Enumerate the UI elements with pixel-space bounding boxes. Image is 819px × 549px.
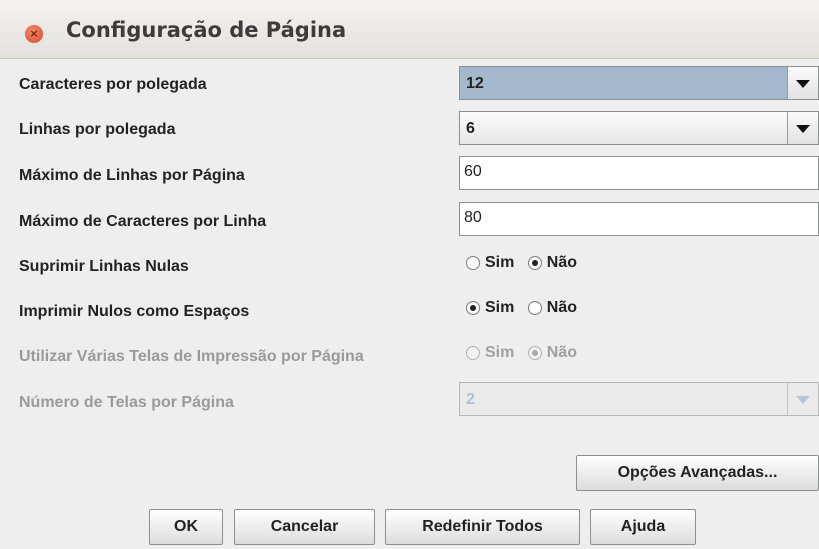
cancel-button[interactable]: Cancelar [234,509,375,545]
multi-screens-radio-group: Sim Não [466,344,586,366]
chevron-down-icon[interactable] [787,112,818,144]
max-chars-line-field[interactable] [459,202,819,236]
print-nulls-yes-label: Sim [485,299,515,316]
max-lines-page-input[interactable] [464,163,804,181]
screens-per-page-label: Número de Telas por Página [19,394,234,411]
close-icon[interactable]: × [25,25,43,43]
lines-per-inch-combo[interactable]: 6 [459,111,819,145]
print-nulls-yes-option[interactable]: Sim [466,299,514,317]
multi-screens-no-label: Não [546,344,578,361]
chars-per-inch-label: Caracteres por polegada [19,76,207,93]
print-nulls-radio-group: Sim Não [466,299,586,321]
suppress-null-lines-yes-label: Sim [485,254,515,271]
radio-checked-icon[interactable] [466,301,480,315]
window-title: Configuração de Página [66,18,347,42]
max-lines-page-label: Máximo de Linhas por Página [19,167,245,184]
suppress-null-lines-no-option[interactable]: Não [527,254,578,272]
radio-unchecked-icon [466,346,480,360]
chevron-down-icon [787,383,818,415]
radio-checked-icon [527,346,542,360]
ok-button[interactable]: OK [149,509,223,545]
chars-per-inch-value: 12 [466,75,484,92]
suppress-null-lines-no-label: Não [546,254,578,271]
multi-screens-yes-option: Sim [466,344,514,362]
multi-screens-yes-label: Sim [485,344,515,361]
suppress-null-lines-yes-option[interactable]: Sim [466,254,514,272]
multi-screens-no-option: Não [527,344,578,362]
print-nulls-no-option[interactable]: Não [527,299,578,317]
max-chars-line-input[interactable] [464,209,804,227]
lines-per-inch-label: Linhas por polegada [19,121,176,138]
reset-all-button[interactable]: Redefinir Todos [385,509,580,545]
suppress-null-lines-radio-group: Sim Não [466,254,586,276]
chars-per-inch-combo[interactable]: 12 [459,66,819,100]
suppress-null-lines-label: Suprimir Linhas Nulas [19,258,189,275]
multi-screens-label: Utilizar Várias Telas de Impressão por P… [19,348,364,365]
print-nulls-no-label: Não [546,299,578,316]
screens-per-page-value: 2 [466,391,475,408]
screens-per-page-combo: 2 [459,382,819,416]
radio-unchecked-icon[interactable] [466,256,480,270]
chevron-down-icon[interactable] [787,67,818,99]
title-bar: × Configuração de Página [0,0,819,59]
print-nulls-label: Imprimir Nulos como Espaços [19,303,250,320]
radio-checked-icon[interactable] [527,256,542,270]
radio-unchecked-icon[interactable] [527,301,542,315]
help-button[interactable]: Ajuda [590,509,696,545]
max-chars-line-label: Máximo de Caracteres por Linha [19,213,267,230]
max-lines-page-field[interactable] [459,156,819,190]
lines-per-inch-value: 6 [466,120,475,137]
advanced-options-button[interactable]: Opções Avançadas... [576,455,819,491]
